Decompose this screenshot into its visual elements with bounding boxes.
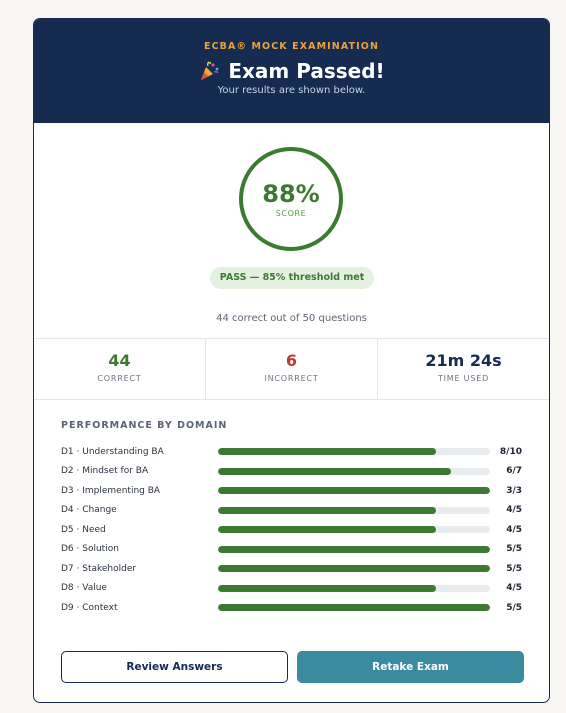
title-row: Exam Passed! xyxy=(34,59,549,83)
score-ring: 88% SCORE xyxy=(239,147,343,251)
domain-row: D2 · Mindset for BA 6/7 xyxy=(61,462,522,482)
review-answers-button[interactable]: Review Answers xyxy=(61,651,288,683)
domain-row: D5 · Need 4/5 xyxy=(61,520,522,540)
domain-score: 5/5 xyxy=(506,602,522,613)
domain-progress-fill xyxy=(218,565,490,573)
domain-progress-fill xyxy=(218,487,490,495)
results-card: ECBA® MOCK EXAMINATION Exam Passed! Your… xyxy=(33,18,550,703)
domain-name: D3 · Implementing BA xyxy=(61,485,161,496)
stat-correct: 44 CORRECT xyxy=(34,339,206,399)
action-buttons: Review Answers Retake Exam xyxy=(61,651,524,683)
pass-badge: PASS — 85% threshold met xyxy=(210,267,374,289)
retake-exam-button[interactable]: Retake Exam xyxy=(297,651,524,683)
domain-name: D4 · Change xyxy=(61,505,117,516)
domain-name: D2 · Mindset for BA xyxy=(61,466,149,477)
score-section: 88% SCORE PASS — 85% threshold met 44 co… xyxy=(34,123,549,339)
domain-score: 8/10 xyxy=(499,446,522,457)
domain-score: 5/5 xyxy=(506,544,522,555)
domain-score: 6/7 xyxy=(506,466,522,477)
score-value: 88% xyxy=(262,179,320,208)
domain-name: D5 · Need xyxy=(61,524,106,535)
stat-label: TIME USED xyxy=(437,374,490,383)
domain-progress-fill xyxy=(218,584,436,592)
stat-incorrect: 6 INCORRECT xyxy=(206,339,378,399)
domain-name: D7 · Stakeholder xyxy=(61,563,137,574)
domain-progress-bar xyxy=(218,487,490,495)
domain-row: D6 · Solution 5/5 xyxy=(61,540,522,560)
score-label: SCORE xyxy=(275,208,307,218)
domain-progress-bar xyxy=(218,448,490,456)
page-title: Exam Passed! xyxy=(228,59,385,83)
stat-label: INCORRECT xyxy=(264,374,319,383)
stat-label: CORRECT xyxy=(97,374,142,383)
domain-progress-fill xyxy=(218,467,452,475)
exam-eyebrow: ECBA® MOCK EXAMINATION xyxy=(204,41,379,52)
results-header: ECBA® MOCK EXAMINATION Exam Passed! Your… xyxy=(34,19,549,123)
domain-row: D4 · Change 4/5 xyxy=(61,501,522,521)
domain-progress-bar xyxy=(218,545,490,553)
domain-name: D1 · Understanding BA xyxy=(61,446,164,457)
domain-score: 5/5 xyxy=(506,563,522,574)
domain-list: D1 · Understanding BA 8/10 D2 · Mindset fo… xyxy=(61,442,522,618)
performance-title: PERFORMANCE BY DOMAIN xyxy=(61,420,228,431)
domain-progress-fill xyxy=(218,448,436,456)
performance-section: PERFORMANCE BY DOMAIN D1 · Understanding… xyxy=(34,400,549,618)
domain-progress-fill xyxy=(218,604,490,612)
domain-progress-bar xyxy=(218,584,490,592)
stat-value: 6 xyxy=(285,351,298,370)
domain-row: D7 · Stakeholder 5/5 xyxy=(61,559,522,579)
page-subtitle: Your results are shown below. xyxy=(217,85,366,96)
domain-progress-fill xyxy=(218,526,436,534)
stat-value: 44 xyxy=(108,351,131,370)
domain-name: D6 · Solution xyxy=(61,544,119,555)
domain-progress-bar xyxy=(218,604,490,612)
domain-progress-fill xyxy=(218,545,490,553)
domain-progress-bar xyxy=(218,506,490,514)
domain-progress-bar xyxy=(218,526,490,534)
domain-name: D8 · Value xyxy=(61,583,107,594)
stat-time-used: 21m 24s TIME USED xyxy=(378,339,549,399)
domain-row: D9 · Context 5/5 xyxy=(61,598,522,618)
domain-row: D3 · Implementing BA 3/3 xyxy=(61,481,522,501)
domain-score: 4/5 xyxy=(506,524,522,535)
party-popper-icon xyxy=(198,60,220,82)
stat-value: 21m 24s xyxy=(425,351,502,370)
domain-row: D8 · Value 4/5 xyxy=(61,579,522,599)
domain-row: D1 · Understanding BA 8/10 xyxy=(61,442,522,462)
domain-progress-fill xyxy=(218,506,436,514)
stats-row: 44 CORRECT 6 INCORRECT 21m 24s TIME USED xyxy=(34,339,549,400)
domain-progress-bar xyxy=(218,565,490,573)
domain-score: 4/5 xyxy=(506,505,522,516)
domain-name: D9 · Context xyxy=(61,602,118,613)
domain-progress-bar xyxy=(218,467,490,475)
domain-score: 4/5 xyxy=(506,583,522,594)
domain-score: 3/3 xyxy=(506,485,522,496)
score-summary: 44 correct out of 50 questions xyxy=(216,313,367,324)
